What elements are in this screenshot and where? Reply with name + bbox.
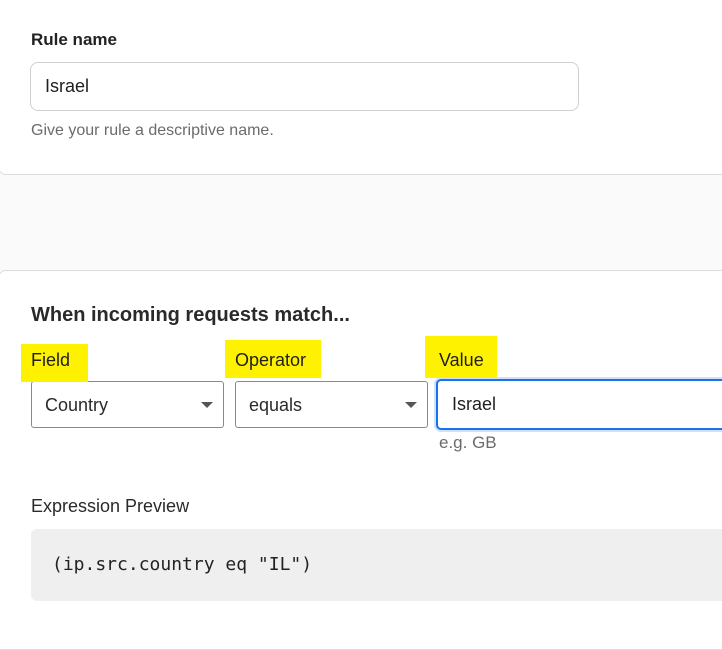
chevron-down-icon	[201, 402, 213, 408]
value-example-hint: e.g. GB	[439, 433, 497, 452]
operator-select-value: equals	[249, 395, 303, 415]
rule-name-input[interactable]	[30, 62, 579, 111]
expression-preview-label: Expression Preview	[31, 496, 190, 516]
chevron-down-icon	[405, 402, 417, 408]
expression-preview-code: (ip.src.country eq "IL")	[52, 554, 313, 575]
value-input[interactable]	[436, 379, 722, 430]
operator-label: Operator	[235, 350, 307, 370]
match-heading: When incoming requests match...	[31, 304, 350, 326]
rule-name-label: Rule name	[31, 30, 117, 49]
operator-select[interactable]: equals	[235, 381, 428, 428]
field-select[interactable]: Country	[31, 381, 224, 428]
expression-preview-box: (ip.src.country eq "IL")	[31, 529, 722, 601]
rule-name-help: Give your rule a descriptive name.	[31, 122, 274, 139]
value-label: Value	[439, 350, 484, 370]
field-label: Field	[31, 350, 71, 370]
field-select-value: Country	[45, 395, 109, 415]
